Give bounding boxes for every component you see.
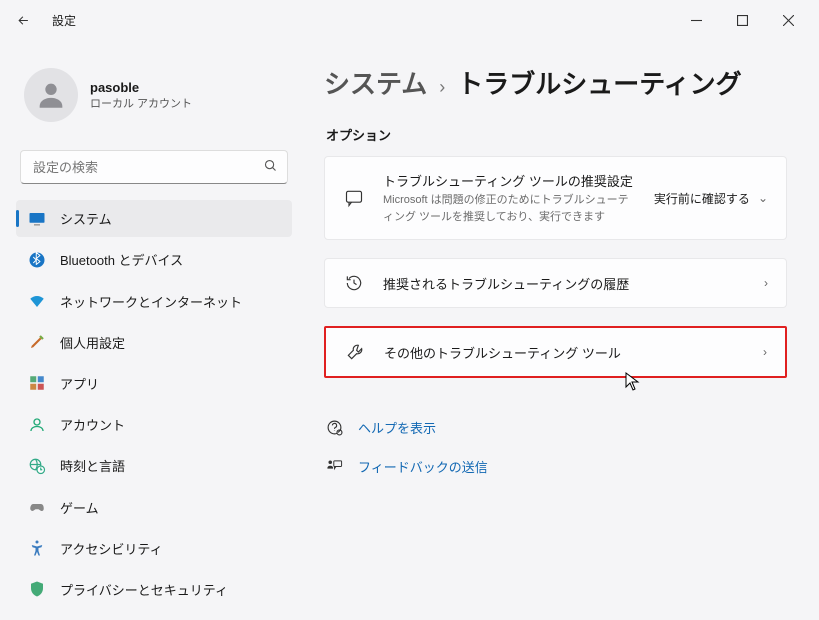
breadcrumb-root[interactable]: システム xyxy=(324,64,427,101)
globe-clock-icon xyxy=(28,457,46,475)
link-text: ヘルプを表示 xyxy=(358,418,436,437)
sidebar-item-label: プライバシーとセキュリティ xyxy=(60,580,228,599)
help-icon xyxy=(326,419,344,436)
history-icon xyxy=(343,273,365,293)
card-title: 推奨されるトラブルシューティングの履歴 xyxy=(383,274,746,293)
sidebar-item-accessibility[interactable]: アクセシビリティ xyxy=(16,530,292,567)
shield-icon xyxy=(28,580,46,598)
mouse-cursor-icon xyxy=(625,372,641,392)
back-button[interactable] xyxy=(16,13,36,28)
chevron-down-icon: ⌄ xyxy=(758,191,768,205)
sidebar-item-apps[interactable]: アプリ xyxy=(16,365,292,402)
sidebar-item-label: Bluetooth とデバイス xyxy=(60,250,183,269)
section-label: オプション xyxy=(326,125,787,144)
sidebar-item-privacy[interactable]: プライバシーとセキュリティ xyxy=(16,571,292,608)
card-history[interactable]: 推奨されるトラブルシューティングの履歴 › xyxy=(324,258,787,308)
wifi-icon xyxy=(28,292,46,310)
gamepad-icon xyxy=(28,498,46,516)
dropdown-label: 実行前に確認する xyxy=(654,190,750,207)
wrench-icon xyxy=(344,342,366,362)
page-title: トラブルシューティング xyxy=(457,64,741,101)
chat-icon xyxy=(343,188,365,208)
help-link[interactable]: ヘルプを表示 xyxy=(324,414,787,441)
window-title: 設定 xyxy=(52,12,76,29)
content-area: システム › トラブルシューティング オプション トラブルシューティング ツール… xyxy=(300,40,819,620)
maximize-button[interactable] xyxy=(719,4,765,36)
display-icon xyxy=(28,210,46,228)
search-box[interactable] xyxy=(20,150,288,184)
paintbrush-icon xyxy=(28,333,46,351)
link-text: フィードバックの送信 xyxy=(358,457,488,476)
chevron-right-icon: › xyxy=(763,345,767,359)
sidebar-item-personalization[interactable]: 個人用設定 xyxy=(16,324,292,361)
card-description: Microsoft は問題の修正のためにトラブルシューティング ツールを推奨して… xyxy=(383,192,636,225)
breadcrumb: システム › トラブルシューティング xyxy=(324,64,787,101)
person-icon xyxy=(28,416,46,434)
feedback-icon xyxy=(326,458,344,475)
profile-block[interactable]: pasoble ローカル アカウント xyxy=(24,68,284,122)
sidebar-item-system[interactable]: システム xyxy=(16,200,292,237)
sidebar-item-label: システム xyxy=(60,209,112,228)
search-icon xyxy=(263,158,278,173)
apps-icon xyxy=(28,374,46,392)
sidebar-item-label: アクセシビリティ xyxy=(60,539,163,558)
sidebar-item-gaming[interactable]: ゲーム xyxy=(16,488,292,525)
title-bar: 設定 xyxy=(0,0,819,40)
close-button[interactable] xyxy=(765,4,811,36)
profile-name: pasoble xyxy=(90,80,192,95)
sidebar-item-network[interactable]: ネットワークとインターネット xyxy=(16,282,292,319)
card-title: その他のトラブルシューティング ツール xyxy=(384,343,745,362)
profile-subtitle: ローカル アカウント xyxy=(90,95,192,111)
chevron-right-icon: › xyxy=(764,276,768,290)
avatar xyxy=(24,68,78,122)
sidebar-item-time[interactable]: 時刻と言語 xyxy=(16,447,292,484)
sidebar-item-accounts[interactable]: アカウント xyxy=(16,406,292,443)
sidebar-item-label: ゲーム xyxy=(60,498,99,517)
sidebar-item-label: 時刻と言語 xyxy=(60,456,125,475)
accessibility-icon xyxy=(28,539,46,557)
minimize-button[interactable] xyxy=(673,4,719,36)
card-other-troubleshoot[interactable]: その他のトラブルシューティング ツール › xyxy=(324,326,787,378)
recommend-dropdown[interactable]: 実行前に確認する ⌄ xyxy=(654,190,768,207)
sidebar-item-label: アプリ xyxy=(60,374,99,393)
sidebar-item-bluetooth[interactable]: Bluetooth とデバイス xyxy=(16,241,292,278)
card-title: トラブルシューティング ツールの推奨設定 xyxy=(383,171,636,190)
sidebar: pasoble ローカル アカウント システム Bluetooth とデバイス … xyxy=(0,40,300,620)
feedback-link[interactable]: フィードバックの送信 xyxy=(324,453,787,480)
bluetooth-icon xyxy=(28,251,46,269)
search-input[interactable] xyxy=(20,150,288,184)
chevron-right-icon: › xyxy=(439,77,445,98)
sidebar-item-label: 個人用設定 xyxy=(60,333,125,352)
sidebar-item-label: アカウント xyxy=(60,415,125,434)
card-recommend-settings[interactable]: トラブルシューティング ツールの推奨設定 Microsoft は問題の修正のため… xyxy=(324,156,787,240)
sidebar-item-label: ネットワークとインターネット xyxy=(60,292,242,311)
